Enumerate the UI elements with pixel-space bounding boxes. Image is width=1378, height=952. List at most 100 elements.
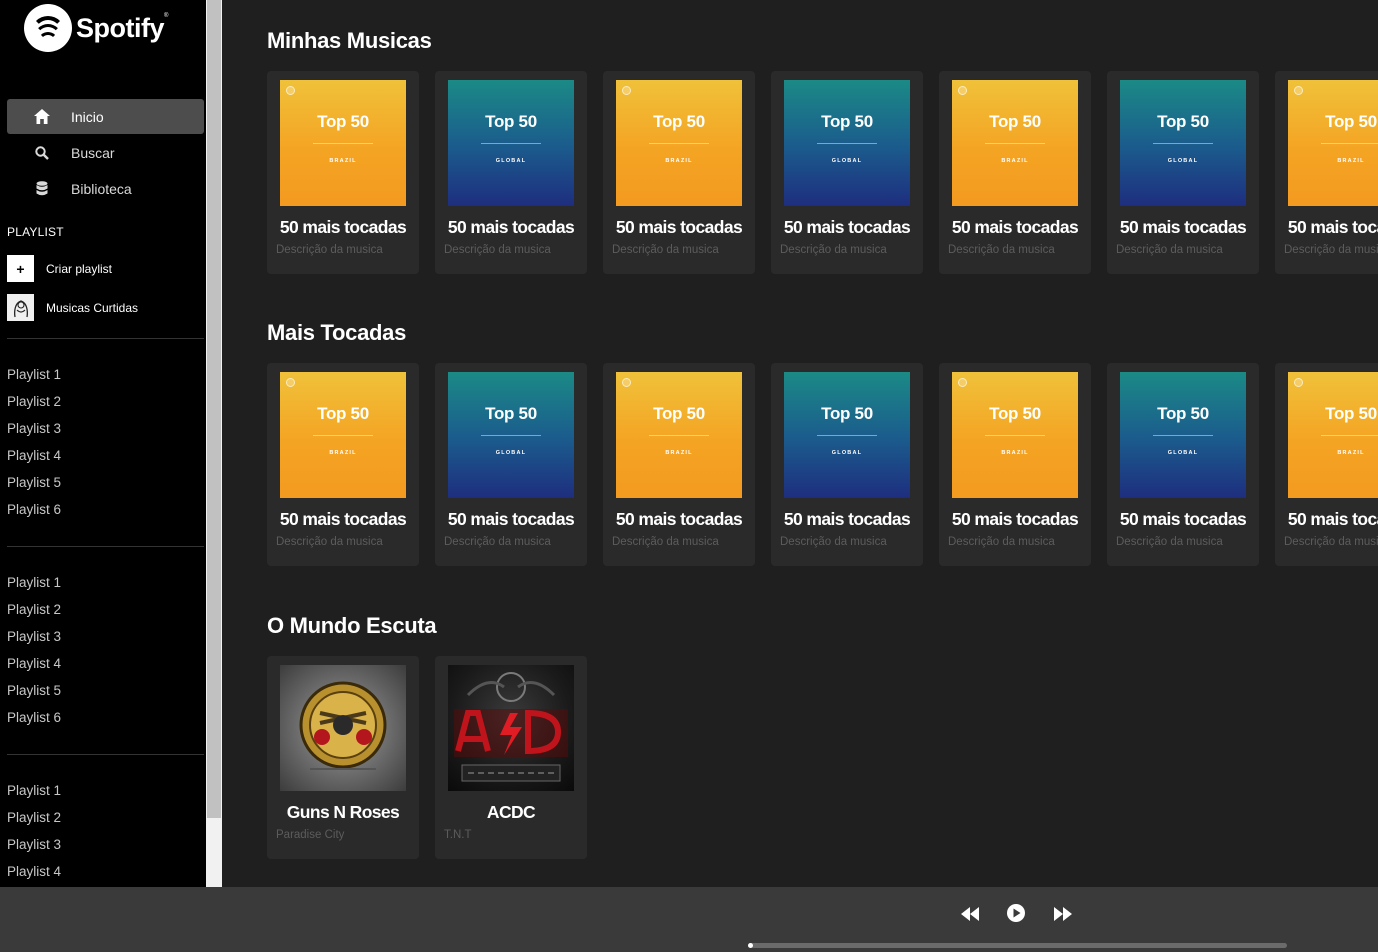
cover-title: Top 50 xyxy=(1325,404,1377,423)
playlist-card[interactable]: Top 50 GLOBAL 50 mais tocadas Descrição da … xyxy=(1107,363,1259,566)
card-description: Descrição da musica xyxy=(444,244,551,256)
card-cover: Top 50 GLOBAL xyxy=(1120,80,1246,206)
nav-item-label: Biblioteca xyxy=(71,180,132,197)
card-cover: Top 50 GLOBAL xyxy=(448,80,574,206)
cover-divider xyxy=(1321,143,1378,144)
sidebar-scrollbar[interactable] xyxy=(206,0,222,887)
playlist-item[interactable]: Playlist 4 xyxy=(7,442,61,469)
cover-title: Top 50 xyxy=(989,112,1041,131)
playlist-card[interactable]: Top 50 BRAZIL 50 mais tocadas Descrição da … xyxy=(939,363,1091,566)
playlist-item[interactable]: Playlist 5 xyxy=(7,677,61,704)
cover-divider xyxy=(649,435,709,436)
cover-divider xyxy=(985,435,1045,436)
next-icon[interactable] xyxy=(1052,905,1074,923)
cover-region: BRAZIL xyxy=(329,450,357,456)
cover-title: Top 50 xyxy=(653,404,705,423)
cover-region: GLOBAL xyxy=(1167,450,1199,456)
cover-divider xyxy=(313,143,373,144)
progress-bar[interactable] xyxy=(748,943,1287,948)
cover-region: GLOBAL xyxy=(831,450,863,456)
playlist-item[interactable]: Playlist 2 xyxy=(7,804,61,831)
playlist-item[interactable]: Playlist 3 xyxy=(7,415,61,442)
card-title: 50 mais tocadas xyxy=(615,217,743,237)
playlist-item[interactable]: Playlist 1 xyxy=(7,361,61,388)
nav-item-inicio[interactable]: Inicio xyxy=(7,99,204,134)
liked-songs-button[interactable]: Musicas Curtidas xyxy=(7,294,138,321)
progress-fill xyxy=(748,943,754,948)
card-title: 50 mais tocadas xyxy=(783,217,911,237)
playlist-card[interactable]: Top 50 GLOBAL 50 mais tocadas Descrição da … xyxy=(771,363,923,566)
previous-icon[interactable] xyxy=(959,905,981,923)
card-description: Descrição da musica xyxy=(1116,536,1223,548)
card-cover: Top 50 BRAZIL xyxy=(952,80,1078,206)
playlist-card[interactable]: Guns N Roses Paradise City xyxy=(267,656,419,859)
scrollbar-thumb[interactable] xyxy=(207,0,221,818)
brand-name: Spotify® xyxy=(76,12,168,43)
playlist-card[interactable]: ACDC T.N.T xyxy=(435,656,587,859)
playlist-item[interactable]: Playlist 6 xyxy=(7,496,61,523)
create-playlist-button[interactable]: + Criar playlist xyxy=(7,255,112,282)
cover-badge-icon xyxy=(958,378,967,387)
playlist-group-3: Playlist 1 Playlist 2 Playlist 3 Playlis… xyxy=(7,777,61,885)
card-cover: Top 50 BRAZIL xyxy=(952,372,1078,498)
playlist-item[interactable]: Playlist 2 xyxy=(7,388,61,415)
card-description: Paradise City xyxy=(276,829,345,841)
playlist-card[interactable]: Top 50 GLOBAL 50 mais tocadas Descrição da … xyxy=(435,363,587,566)
cover-badge-icon xyxy=(622,378,631,387)
play-icon[interactable] xyxy=(1005,904,1027,922)
nav-item-buscar[interactable]: Buscar xyxy=(7,135,204,170)
playlist-item[interactable]: Playlist 4 xyxy=(7,650,61,677)
playlist-card[interactable]: Top 50 BRAZIL 50 mais tocadas Descrição da … xyxy=(1275,71,1378,274)
card-description: Descrição da musica xyxy=(612,244,719,256)
cover-region: BRAZIL xyxy=(1337,450,1365,456)
nav-item-label: Buscar xyxy=(71,144,115,161)
playlist-card[interactable]: Top 50 GLOBAL 50 mais tocadas Descrição da … xyxy=(1107,71,1259,274)
playlist-card[interactable]: Top 50 GLOBAL 50 mais tocadas Descrição da … xyxy=(435,71,587,274)
card-row-mais-tocadas: Top 50 BRAZIL 50 mais tocadas Descrição da … xyxy=(267,363,1378,566)
cover-badge-icon xyxy=(1294,378,1303,387)
card-cover: Top 50 GLOBAL xyxy=(784,80,910,206)
cover-title: Top 50 xyxy=(485,404,537,423)
playlist-item[interactable]: Playlist 5 xyxy=(7,469,61,496)
playlist-card[interactable]: Top 50 BRAZIL 50 mais tocadas Descrição da … xyxy=(939,71,1091,274)
card-description: Descrição da musica xyxy=(1284,244,1378,256)
playlist-item[interactable]: Playlist 6 xyxy=(7,704,61,731)
playlist-section-title: PLAYLIST xyxy=(7,225,64,239)
playlist-item[interactable]: Playlist 1 xyxy=(7,777,61,804)
playlist-card[interactable]: Top 50 BRAZIL 50 mais tocadas Descrição da … xyxy=(603,363,755,566)
playlist-card[interactable]: Top 50 GLOBAL 50 mais tocadas Descrição da … xyxy=(771,71,923,274)
card-description: Descrição da musica xyxy=(612,536,719,548)
search-icon xyxy=(33,144,51,162)
playlist-card[interactable]: Top 50 BRAZIL 50 mais tocadas Descrição da … xyxy=(267,363,419,566)
playlist-item[interactable]: Playlist 4 xyxy=(7,858,61,885)
card-title: ACDC xyxy=(486,802,536,822)
playlist-card[interactable]: Top 50 BRAZIL 50 mais tocadas Descrição da … xyxy=(1275,363,1378,566)
card-title: 50 mais tocadas xyxy=(279,509,407,529)
card-cover: Top 50 GLOBAL xyxy=(448,372,574,498)
cover-title: Top 50 xyxy=(653,112,705,131)
cover-badge-icon xyxy=(286,378,295,387)
cover-divider xyxy=(313,435,373,436)
section-title-minhas-musicas: Minhas Musicas xyxy=(267,28,432,53)
cover-divider xyxy=(817,143,877,144)
playlist-item[interactable]: Playlist 3 xyxy=(7,831,61,858)
player-bar xyxy=(0,887,1378,952)
playlist-card[interactable]: Top 50 BRAZIL 50 mais tocadas Descrição da … xyxy=(603,71,755,274)
cover-title: Top 50 xyxy=(821,404,873,423)
acdc-album-art xyxy=(448,665,574,791)
card-description: Descrição da musica xyxy=(948,244,1055,256)
spotify-logo[interactable]: Spotify® xyxy=(24,4,168,52)
home-icon xyxy=(33,108,51,126)
divider xyxy=(7,754,204,755)
cover-region: GLOBAL xyxy=(1167,158,1199,164)
playlist-item[interactable]: Playlist 3 xyxy=(7,623,61,650)
cover-region: GLOBAL xyxy=(831,158,863,164)
nav-item-biblioteca[interactable]: Biblioteca xyxy=(7,171,204,206)
card-cover: Top 50 BRAZIL xyxy=(280,372,406,498)
playlist-item[interactable]: Playlist 1 xyxy=(7,569,61,596)
playlist-group-2: Playlist 1 Playlist 2 Playlist 3 Playlis… xyxy=(7,569,61,731)
liked-songs-icon xyxy=(7,294,34,321)
playlist-card[interactable]: Top 50 BRAZIL 50 mais tocadas Descrição da … xyxy=(267,71,419,274)
cover-region: BRAZIL xyxy=(665,158,693,164)
playlist-item[interactable]: Playlist 2 xyxy=(7,596,61,623)
